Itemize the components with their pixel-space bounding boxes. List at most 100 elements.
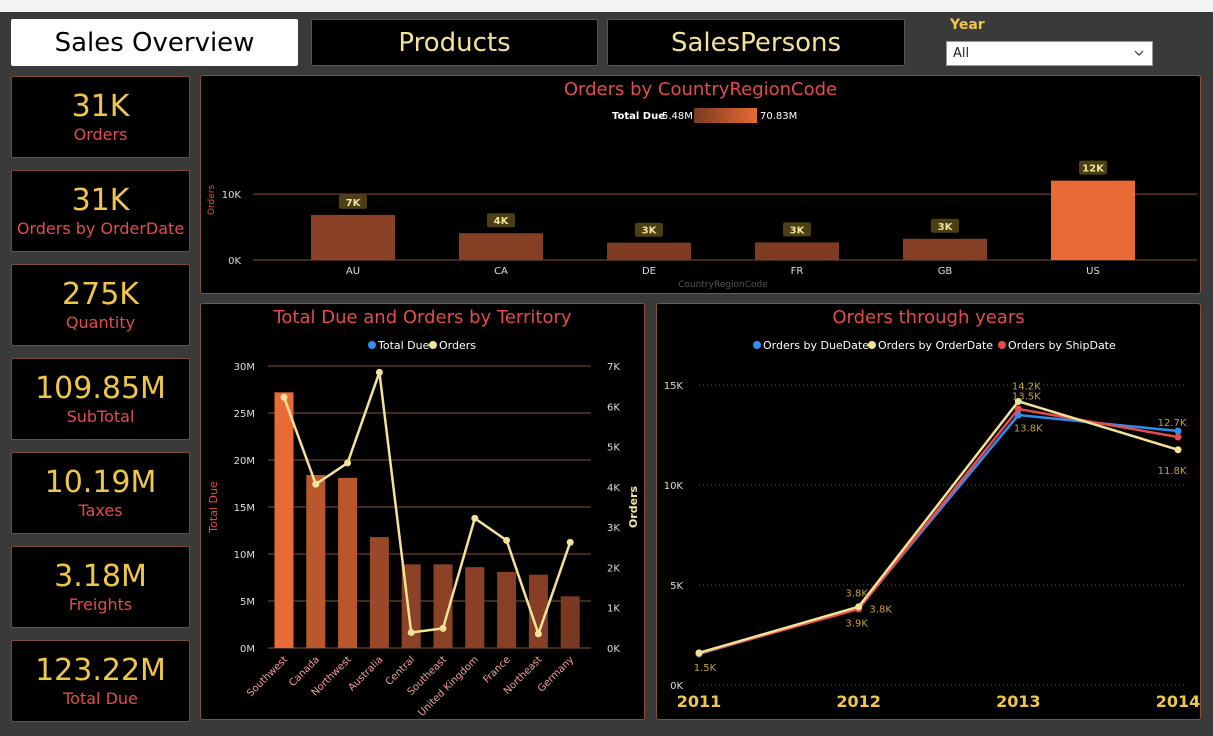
series-point-orders xyxy=(534,630,542,638)
tab-products[interactable]: Products xyxy=(311,19,598,66)
data-label: 12K xyxy=(1082,164,1105,175)
y2-tick-label: 0K xyxy=(607,644,620,655)
y-tick-label: 30M xyxy=(234,362,255,373)
chart-orders-by-country-svg: Total Due5.48M 70.83M 0K 10K Orders CountryRe… xyxy=(207,108,1197,290)
bar-northwest xyxy=(338,477,358,648)
bar-fr xyxy=(755,242,839,260)
x-tick-label: 2012 xyxy=(836,692,881,711)
series-point xyxy=(1174,433,1182,441)
kpi-label: Taxes xyxy=(78,501,123,520)
bar-australia xyxy=(369,537,389,648)
x-tick-label: 2014 xyxy=(1156,692,1200,711)
series-line xyxy=(698,413,1179,656)
chart-territory[interactable]: Total Due and Orders by Territory Total … xyxy=(200,303,645,720)
legend-min-label: 5.48M xyxy=(662,111,693,122)
x-tick-label: Australia xyxy=(346,654,385,693)
series-point-orders xyxy=(375,368,383,376)
kpi-card-total-due: 123.22M Total Due xyxy=(11,640,190,722)
kpi-card-orders-by-orderdate: 31K Orders by OrderDate xyxy=(11,170,190,252)
bar-southwest xyxy=(274,392,294,648)
kpi-label: SubTotal xyxy=(66,407,135,426)
kpi-card-subtotal: 109.85M SubTotal xyxy=(11,358,190,440)
bar-ca xyxy=(459,233,543,260)
chart-orders-through-years[interactable]: Orders through years Orders by DueDate Or… xyxy=(656,303,1201,720)
chart-territory-svg: Total Due Orders 0M 5M 10M 15M 20M 25M 30M 0K 1K 2K… xyxy=(207,339,640,719)
legend-label: Orders by ShipDate xyxy=(1008,339,1116,352)
top-strip xyxy=(0,0,1213,12)
legend-label: Orders xyxy=(439,339,476,352)
kpi-value: 275K xyxy=(62,277,139,312)
bar-us xyxy=(1051,180,1135,260)
data-label: 3K xyxy=(790,225,806,236)
kpi-card-quantity: 275K Quantity xyxy=(11,264,190,346)
kpi-value: 109.85M xyxy=(35,371,166,406)
y-tick-label: 5M xyxy=(240,597,255,608)
y2-tick-label: 6K xyxy=(607,402,620,413)
point-label: 1.5K xyxy=(694,663,717,674)
x-tick-label: 2011 xyxy=(677,692,722,711)
y-tick-label: 20M xyxy=(234,456,255,467)
year-filter-dropdown[interactable]: All xyxy=(946,41,1153,66)
legend-marker xyxy=(998,341,1006,349)
y2-tick-label: 3K xyxy=(607,523,620,534)
series-point-orders xyxy=(439,624,447,632)
legend-gradient-bar xyxy=(694,108,757,123)
y-tick-label: 0K xyxy=(670,681,683,692)
y-tick-label: 0K xyxy=(228,256,241,267)
point-label: 13.8K xyxy=(1014,423,1043,434)
legend-label: Orders by DueDate xyxy=(763,339,869,352)
chart-orders-by-country[interactable]: Orders by CountryRegionCode Total Due 5.4… xyxy=(200,75,1201,294)
x-tick-label: FR xyxy=(791,266,804,277)
legend-marker-orders xyxy=(429,341,437,349)
series-line-orders xyxy=(282,371,572,638)
bar-united-kingdom xyxy=(465,567,485,648)
x-tick-label: United Kingdom xyxy=(416,654,481,719)
y-tick-label: 15K xyxy=(664,381,684,392)
kpi-label: Orders xyxy=(73,125,128,144)
series-point xyxy=(1174,446,1182,454)
legend-max-label: 70.83M xyxy=(760,111,797,122)
y2-axis-label: Orders xyxy=(627,486,640,529)
point-label: 12.7K xyxy=(1158,418,1187,429)
kpi-card-orders: 31K Orders xyxy=(11,76,190,158)
kpi-value: 31K xyxy=(71,183,130,218)
x-tick-label: GB xyxy=(938,266,953,277)
y-axis-label: Orders xyxy=(207,185,217,216)
y-tick-label: 15M xyxy=(234,503,255,514)
point-label: 11.8K xyxy=(1158,466,1187,477)
point-label: 3.8K xyxy=(845,589,868,600)
y-tick-label: 10K xyxy=(222,190,242,201)
series-point xyxy=(1014,405,1022,413)
y-tick-label: 10M xyxy=(234,550,255,561)
tab-sales-overview[interactable]: Sales Overview xyxy=(11,19,298,66)
kpi-label: Total Due xyxy=(63,689,138,708)
chart-orders-years-svg: Orders by DueDate Orders by OrderDate Orde… xyxy=(664,339,1200,711)
series-point-orders xyxy=(407,628,415,636)
x-tick-label: AU xyxy=(346,266,360,277)
chevron-down-icon xyxy=(1134,50,1144,56)
year-filter-value: All xyxy=(953,46,970,61)
x-tick-label: Southwest xyxy=(245,654,290,699)
tab-salespersons[interactable]: SalesPersons xyxy=(607,19,905,66)
y2-tick-label: 1K xyxy=(607,604,620,615)
point-label: 3.8K xyxy=(869,605,892,616)
bar-au xyxy=(311,214,395,260)
data-label: 7K xyxy=(346,198,362,209)
series-point-orders xyxy=(471,514,479,522)
series-point xyxy=(855,603,863,611)
series-point-orders xyxy=(312,480,320,488)
legend-label: Total Due xyxy=(377,339,430,352)
kpi-value: 123.22M xyxy=(35,653,166,688)
bar-gb xyxy=(903,238,987,260)
y-tick-label: 10K xyxy=(664,481,684,492)
y-tick-label: 25M xyxy=(234,409,255,420)
series-point-orders xyxy=(503,536,511,544)
bar-canada xyxy=(306,475,326,648)
legend-label: Orders by OrderDate xyxy=(878,339,993,352)
y-tick-label: 0M xyxy=(240,644,255,655)
kpi-card-taxes: 10.19M Taxes xyxy=(11,452,190,534)
series-line xyxy=(698,407,1179,655)
legend-label: Total Due xyxy=(612,111,665,122)
series-point-orders xyxy=(344,459,352,467)
y2-tick-label: 2K xyxy=(607,563,620,574)
